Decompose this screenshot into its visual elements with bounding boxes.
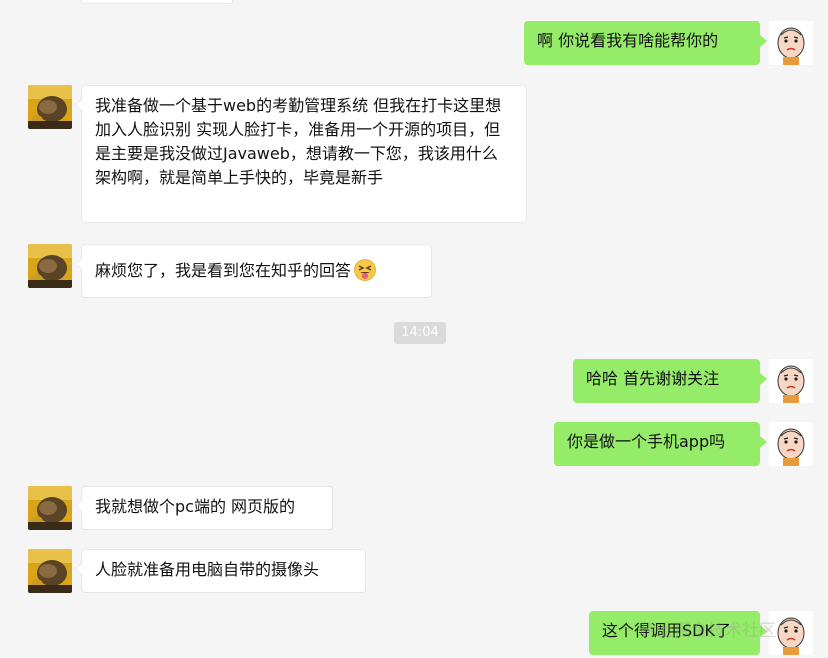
cartoon-face-avatar-icon [769,422,813,466]
cartoon-face-avatar-icon [769,359,813,403]
message-bubble-incoming[interactable]: 我准备做一个基于web的考勤管理系统 但我在打卡这里想加入人脸识别 实现人脸打卡… [75,85,527,223]
contact-avatar[interactable] [28,486,72,530]
chat-window: 啊 你说看我有啥能帮你的 我准备做一个基于web的考勤管理系统 但我在打卡这里想… [0,0,828,658]
my-avatar[interactable] [769,611,813,655]
squinting-tongue-emoji-icon [354,259,376,281]
contact-photo-icon [28,486,72,530]
my-avatar[interactable] [769,21,813,65]
contact-photo-icon [28,244,72,288]
message-bubble-outgoing[interactable]: 你是做一个手机app吗 [554,422,767,466]
message-bubble-incoming[interactable]: 人脸就准备用电脑自带的摄像头 [75,549,366,593]
contact-photo-icon [28,549,72,593]
timestamp-divider: 14:04 [394,322,446,344]
partial-message-bubble [81,0,233,4]
message-text: 我就想做个pc端的 网页版的 [95,497,296,516]
contact-avatar[interactable] [28,244,72,288]
cartoon-face-avatar-icon [769,21,813,65]
message-bubble-incoming[interactable]: 麻烦您了，我是看到您在知乎的回答 [75,244,432,298]
message-text: 啊 你说看我有啥能帮你的 [537,31,719,50]
contact-avatar[interactable] [28,549,72,593]
contact-photo-icon [28,85,72,129]
message-text: 哈哈 首先谢谢关注 [586,369,720,388]
message-bubble-outgoing[interactable]: 哈哈 首先谢谢关注 [573,359,767,403]
my-avatar[interactable] [769,359,813,403]
my-avatar[interactable] [769,422,813,466]
message-text: 你是做一个手机app吗 [567,432,726,451]
message-bubble-incoming[interactable]: 我就想做个pc端的 网页版的 [75,486,333,530]
message-text: 人脸就准备用电脑自带的摄像头 [95,560,320,579]
cartoon-face-avatar-icon [769,611,813,655]
message-text: 我准备做一个基于web的考勤管理系统 但我在打卡这里想加入人脸识别 实现人脸打卡… [95,96,502,187]
message-bubble-outgoing[interactable]: 这个得调用SDK了 [589,611,767,655]
contact-avatar[interactable] [28,85,72,129]
message-bubble-outgoing[interactable]: 啊 你说看我有啥能帮你的 [524,21,767,65]
message-text: 这个得调用SDK了 [602,621,731,640]
message-text: 麻烦您了，我是看到您在知乎的回答 [95,261,352,280]
